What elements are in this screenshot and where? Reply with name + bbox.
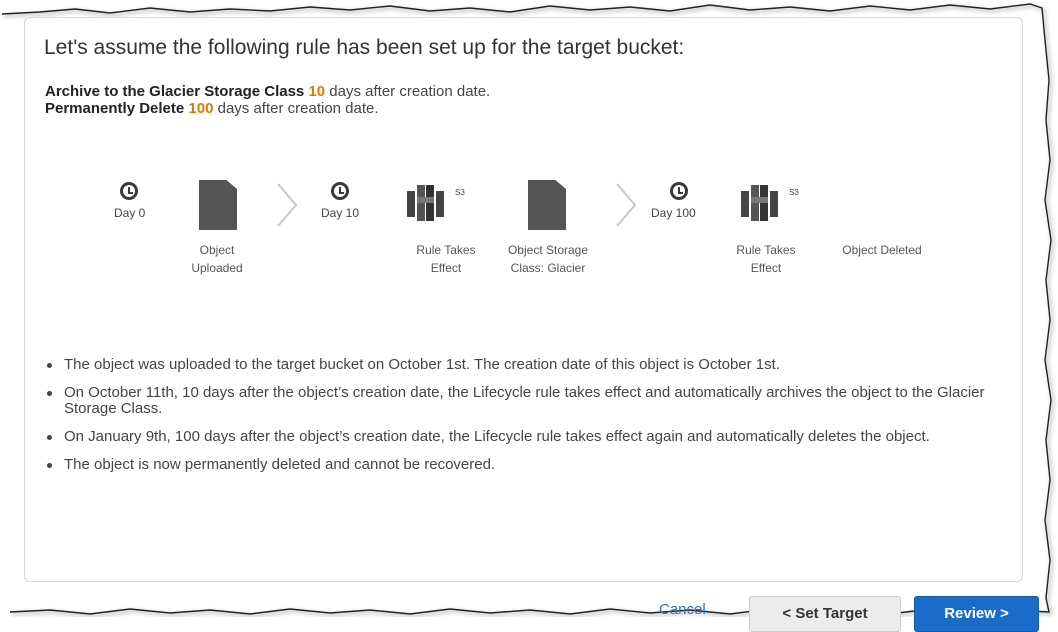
document-icon (199, 180, 237, 230)
s3-bucket-icon (741, 185, 778, 221)
delete-rule-line: Permanently Delete 100 days after creati… (45, 101, 379, 117)
set-target-button[interactable]: < Set Target (749, 596, 901, 632)
day-10-label: Day 10 (321, 206, 360, 220)
caption-line: Object (199, 243, 235, 257)
cancel-link[interactable]: Cancel (659, 602, 706, 618)
caption-rule-takes-effect-2: Rule Takes Effect (722, 241, 810, 277)
s3-bucket-icon (407, 185, 444, 221)
caption-line: Rule Takes (736, 243, 796, 257)
caption-object-uploaded: Object Uploaded (170, 241, 264, 277)
caption-line: Uploaded (191, 261, 243, 275)
s3-label: S3 (455, 188, 465, 197)
list-item: On October 11th, 10 days after the objec… (44, 385, 1004, 417)
list-item: The object is now permanently deleted an… (44, 457, 1004, 473)
clock-icon (670, 182, 688, 200)
archive-rule-suffix: days after creation date. (325, 83, 491, 100)
review-button[interactable]: Review > (914, 596, 1039, 632)
clock-icon (331, 182, 349, 200)
list-item: The object was uploaded to the target bu… (44, 357, 1004, 373)
s3-label: S3 (789, 188, 799, 197)
list-item: On January 9th, 100 days after the objec… (44, 429, 1004, 445)
delete-days-value: 100 (188, 100, 214, 117)
day-100-label: Day 100 (651, 206, 696, 220)
caption-line: Rule Takes (416, 243, 476, 257)
page-heading: Let's assume the following rule has been… (44, 36, 685, 59)
caption-line: Effect (750, 261, 782, 275)
archive-days-value: 10 (308, 83, 326, 100)
caption-rule-takes-effect-1: Rule Takes Effect (402, 241, 490, 277)
clock-icon (120, 182, 138, 200)
chevron-right-icon (277, 183, 298, 227)
delete-rule-suffix: days after creation date. (213, 100, 379, 117)
delete-rule-label: Permanently Delete (45, 100, 185, 117)
chevron-right-icon (616, 183, 637, 227)
caption-line: Object Storage (507, 243, 589, 257)
caption-line: Object Deleted (842, 243, 922, 257)
archive-rule-label: Archive to the Glacier Storage Class (45, 83, 305, 100)
document-icon (528, 180, 566, 230)
caption-line: Effect (430, 261, 462, 275)
archive-rule-line: Archive to the Glacier Storage Class 10 … (45, 84, 490, 100)
caption-object-deleted: Object Deleted (822, 241, 942, 259)
caption-line: Class: Glacier (510, 261, 586, 275)
caption-storage-class-glacier: Object Storage Class: Glacier (493, 241, 603, 277)
day-0-label: Day 0 (114, 206, 146, 220)
explanation-list: The object was uploaded to the target bu… (44, 357, 1004, 485)
